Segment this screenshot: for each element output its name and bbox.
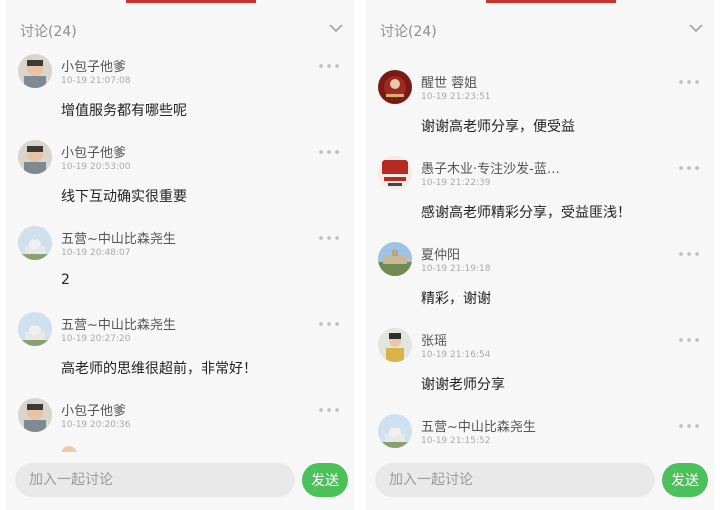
discussion-title: 讨论(24) <box>20 24 77 40</box>
comment-timestamp: 10-19 21:22:39 <box>421 178 491 188</box>
comment-text: 2 <box>61 272 70 288</box>
capitol-building-avatar[interactable] <box>18 226 52 260</box>
discussion-title: 讨论(24) <box>380 24 437 40</box>
comment-timestamp: 10-19 20:53:00 <box>61 162 131 172</box>
comment-timestamp: 10-19 20:20:36 <box>61 420 131 430</box>
top-accent-line <box>126 0 256 3</box>
top-accent-line <box>486 0 616 3</box>
comment-timestamp: 10-19 21:19:18 <box>421 264 491 274</box>
comment-timestamp: 10-19 21:07:08 <box>61 76 131 86</box>
comment-username[interactable]: 小包子他爹 <box>61 142 126 161</box>
more-options-icon[interactable] <box>678 164 700 172</box>
comment-username[interactable]: 夏仲阳 <box>421 244 460 263</box>
red-logo-avatar[interactable] <box>378 70 412 104</box>
comment-input-bar: 发送 <box>366 452 714 510</box>
comment-username[interactable]: 五营~中山比森尧生 <box>421 416 536 435</box>
more-options-icon[interactable] <box>318 406 340 414</box>
comment-username[interactable]: 张瑶 <box>421 330 447 349</box>
comment-input[interactable] <box>15 463 295 497</box>
capitol-building-avatar[interactable] <box>18 312 52 346</box>
capitol-building-avatar[interactable] <box>378 414 412 448</box>
comment-username[interactable]: 小包子他爹 <box>61 56 126 75</box>
comment-timestamp: 10-19 21:16:54 <box>421 350 491 360</box>
comment-username[interactable]: 小包子他爹 <box>61 400 126 419</box>
comment-username[interactable]: 五营~中山比森尧生 <box>61 314 176 333</box>
person-photo-avatar[interactable] <box>378 328 412 362</box>
more-options-icon[interactable] <box>678 78 700 86</box>
discussion-header[interactable]: 讨论(24) <box>366 6 714 48</box>
more-options-icon[interactable] <box>318 320 340 328</box>
more-options-icon[interactable] <box>678 422 700 430</box>
chevron-down-icon[interactable] <box>328 22 344 34</box>
child-photo-avatar[interactable] <box>18 140 52 174</box>
comment-text: 谢谢老师分享 <box>421 377 505 393</box>
discussion-header[interactable]: 讨论(24) <box>6 6 354 48</box>
child-photo-avatar[interactable] <box>18 54 52 88</box>
more-options-icon[interactable] <box>678 250 700 258</box>
comment-timestamp: 10-19 21:15:52 <box>421 436 491 446</box>
comment-input[interactable] <box>375 463 655 497</box>
comment-timestamp: 10-19 20:27:20 <box>61 334 131 344</box>
comment-username[interactable]: 愚子木业·专注沙发-蓝… <box>421 158 560 177</box>
comment-text: 线下互动确实很重要 <box>61 189 187 205</box>
more-options-icon[interactable] <box>318 148 340 156</box>
comment-input-bar: 发送 <box>6 452 354 510</box>
brand-logo-avatar[interactable] <box>378 156 412 190</box>
comment-text: 增值服务都有哪些呢 <box>61 103 187 119</box>
comment-username[interactable]: 五营~中山比森尧生 <box>61 228 176 247</box>
comment-text: 谢谢高老师分享，便受益 <box>421 119 575 135</box>
more-options-icon[interactable] <box>678 336 700 344</box>
comment-timestamp: 10-19 20:48:07 <box>61 248 131 258</box>
discussion-panel-right: 讨论(24) 醒世 蓉姐 10-19 21:23:51 谢谢高老师分享，便受益 … <box>366 0 714 510</box>
send-button[interactable]: 发送 <box>662 463 708 497</box>
more-options-icon[interactable] <box>318 62 340 70</box>
comment-text: 精彩，谢谢 <box>421 291 491 307</box>
comment-text: 高老师的思维很超前，非常好！ <box>61 361 257 377</box>
comment-username[interactable]: 醒世 蓉姐 <box>421 72 477 91</box>
discussion-panel-left: 讨论(24) 小包子他爹 10-19 21:07:08 增值服务都有哪些呢 小包… <box>6 0 354 510</box>
chevron-down-icon[interactable] <box>688 22 704 34</box>
comment-text: 感谢高老师精彩分享，受益匪浅！ <box>421 205 631 221</box>
send-button[interactable]: 发送 <box>302 463 348 497</box>
more-options-icon[interactable] <box>318 234 340 242</box>
comment-timestamp: 10-19 21:23:51 <box>421 92 491 102</box>
child-photo-avatar[interactable] <box>18 398 52 432</box>
landscape-avatar[interactable] <box>378 242 412 276</box>
